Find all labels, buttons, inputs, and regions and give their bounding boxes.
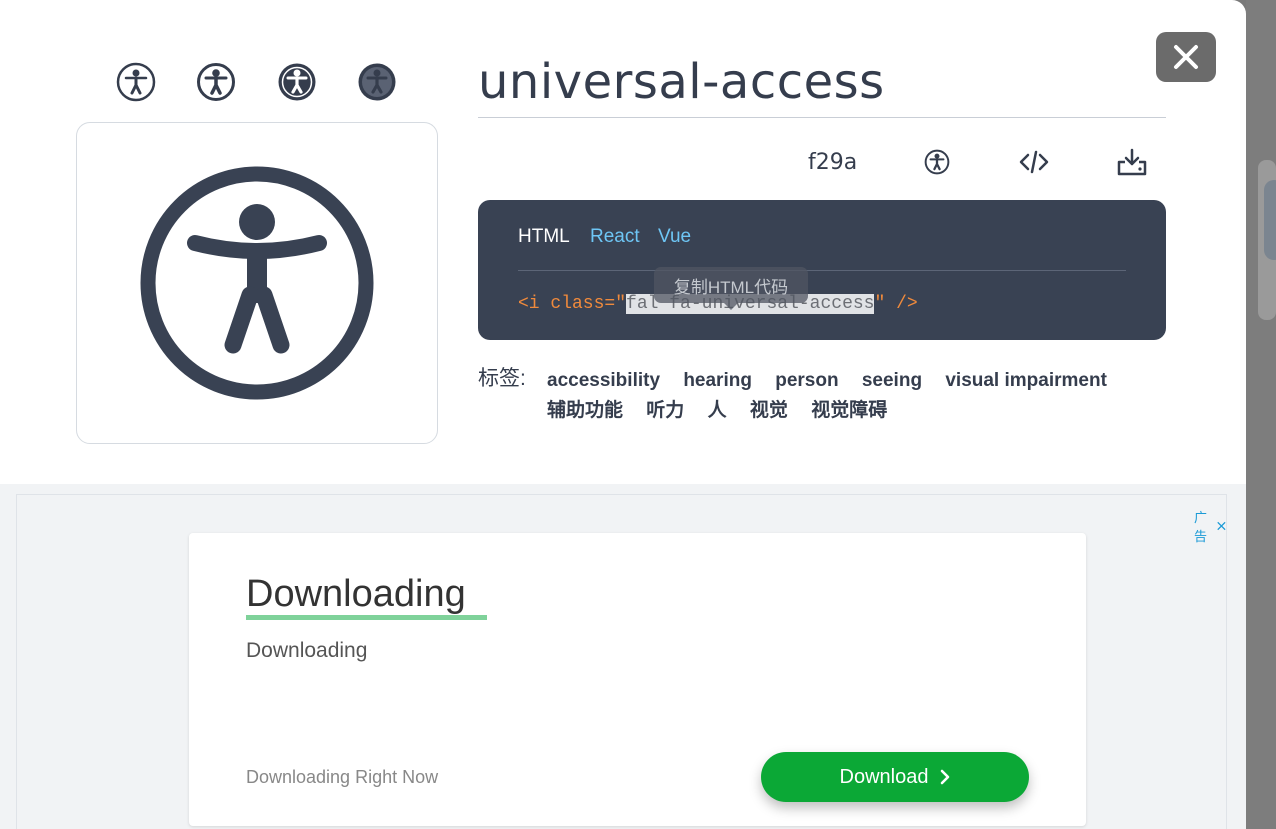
code-suffix: " /> [874,294,918,314]
close-icon [1174,45,1198,69]
ad-card[interactable]: Downloading Downloading Downloading Righ… [189,533,1086,826]
icon-preview [76,122,438,444]
ad-footer: Downloading Right Now [246,767,439,787]
close-ad-icon[interactable] [1217,520,1226,532]
tag-item[interactable]: person [775,366,838,396]
icon-title: universal-access [478,54,885,110]
tag-item[interactable]: 人 [708,396,727,426]
backdrop-edge [1246,0,1276,829]
copy-code-button[interactable] [1018,146,1050,178]
chevron-right-icon [941,769,950,785]
tab-react[interactable]: React [590,226,640,248]
download-icon [1117,148,1147,176]
ad-button-label: Download [839,765,929,788]
universal-access-icon [140,166,374,400]
ad-area: 广告 Downloading Downloading Downloading R… [0,484,1246,829]
ad-title: Downloading [246,573,466,615]
code-icon [1019,150,1049,174]
universal-access-icon [924,149,950,175]
backdrop-shape [1264,180,1276,260]
close-button[interactable] [1156,32,1216,82]
variant-solid-icon[interactable] [277,62,317,102]
tag-item[interactable]: visual impairment [945,366,1107,396]
code-divider [518,270,1126,271]
variant-duotone-icon[interactable] [357,62,397,102]
tag-list: accessibility hearing person seeing visu… [547,366,1157,426]
title-divider [478,117,1166,118]
variant-regular-icon[interactable] [196,62,236,102]
tag-item[interactable]: 听力 [646,396,684,426]
ad-frame: 广告 Downloading Downloading Downloading R… [16,494,1227,829]
tag-item[interactable]: accessibility [547,366,660,396]
ad-subtitle: Downloading [246,639,368,662]
tag-item[interactable]: 视觉 [750,396,788,426]
icon-detail-modal: universal-access f29a HTML React Vue <i … [0,0,1246,829]
code-panel: HTML React Vue <i class="fal fa-universa… [478,200,1166,340]
ad-download-button[interactable]: Download [761,752,1029,802]
copy-glyph-button[interactable] [921,146,953,178]
ad-label-text: 广告 [1194,510,1208,544]
tags-label: 标签: [478,367,526,390]
variant-light-icon[interactable] [116,62,156,102]
tag-item[interactable]: hearing [683,366,752,396]
download-svg-button[interactable] [1116,146,1148,178]
code-prefix: <i class=" [518,294,627,314]
tag-item[interactable]: 辅助功能 [547,396,623,426]
ad-title-underline [246,615,487,620]
copy-tooltip: 复制HTML代码 [654,267,808,310]
tab-html[interactable]: HTML [518,226,570,248]
ad-label[interactable]: 广告 [1194,507,1226,545]
tag-item[interactable]: seeing [862,366,922,396]
tag-item[interactable]: 视觉障碍 [811,396,887,426]
unicode-value: f29a [808,150,858,175]
tab-vue[interactable]: Vue [658,226,691,248]
